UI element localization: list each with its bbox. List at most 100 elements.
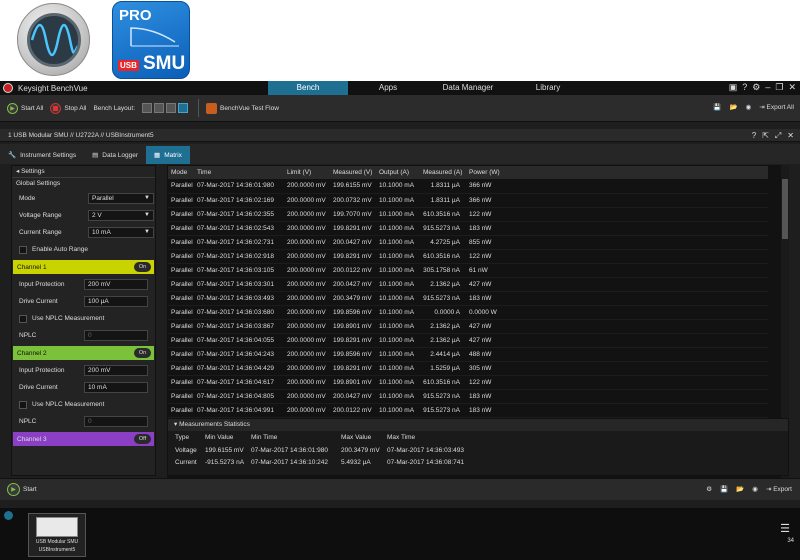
channel-1-header[interactable]: Channel 1 On <box>13 260 154 274</box>
nav-tab-library[interactable]: Library <box>508 81 588 95</box>
table-row[interactable]: Parallel 07-Mar-2017 14:36:02:355 200.0000… <box>168 207 768 222</box>
table-row[interactable]: Parallel 07-Mar-2017 14:36:02:918 200.0000… <box>168 249 768 264</box>
folder-icon[interactable]: 📂 <box>730 103 738 111</box>
table-row[interactable]: Parallel 07-Mar-2017 14:36:03:105 200.0000… <box>168 263 768 278</box>
instrument-thumbnail[interactable]: USB Modular SMU USBInstrument5 <box>28 513 86 557</box>
export-button[interactable]: ⇥ Export <box>766 485 792 493</box>
ch2-input-protection-input[interactable]: 200 mV <box>84 365 148 376</box>
oscilloscope-logo <box>17 3 90 76</box>
table-cell: 07-Mar-2017 14:36:04:243 <box>194 347 284 362</box>
col-output-a[interactable]: Output (A) <box>376 166 420 179</box>
table-row[interactable]: Parallel 07-Mar-2017 14:36:04:429 200.0000… <box>168 361 768 376</box>
table-cell: 305.1758 nA <box>420 263 466 278</box>
save-icon[interactable]: 💾 <box>720 485 728 493</box>
ch2-nplc-input[interactable]: 0 <box>84 416 148 427</box>
table-cell: 200.0000 mV <box>284 347 330 362</box>
table-row[interactable]: Parallel 07-Mar-2017 14:36:03:493 200.0000… <box>168 291 768 306</box>
scrollbar-thumb[interactable] <box>782 179 788 239</box>
table-row[interactable]: Parallel 07-Mar-2017 14:36:02:543 200.0000… <box>168 221 768 236</box>
instrument-icon[interactable]: ▣ <box>729 82 738 93</box>
table-cell: 07-Mar-2017 14:36:04:991 <box>194 403 284 418</box>
maximize-icon[interactable]: ⤢ <box>775 131 781 141</box>
export-label: Export <box>773 486 792 493</box>
statistics-header[interactable]: ▾ Measurements Statistics <box>168 419 788 431</box>
start-all-button[interactable]: ▶ Start All <box>7 102 43 114</box>
table-row[interactable]: Parallel 07-Mar-2017 14:36:04:991 200.0000… <box>168 403 768 418</box>
channel-2-header[interactable]: Channel 2 On <box>13 346 154 360</box>
layout-grid-icon[interactable] <box>166 103 177 113</box>
main-nav: Bench Apps Data Manager Library <box>268 81 588 95</box>
channel-1-toggle[interactable]: On <box>134 262 151 272</box>
table-cell: 200.0000 mV <box>284 389 330 404</box>
col-limit-v[interactable]: Limit (V) <box>284 166 330 179</box>
table-cell: 07-Mar-2017 14:36:04:429 <box>194 361 284 376</box>
export-all-button[interactable]: ⇥ Export All <box>759 103 794 111</box>
save-icon[interactable]: 💾 <box>713 103 721 111</box>
col-power-w[interactable]: Power (W) <box>466 166 768 179</box>
capture-icon[interactable]: ◉ <box>746 103 752 111</box>
ch1-nplc-checkbox[interactable] <box>19 314 27 323</box>
menu-icon[interactable]: ☰ <box>780 522 790 535</box>
close-icon[interactable]: ✕ <box>788 82 796 93</box>
col-mode[interactable]: Mode <box>168 166 194 179</box>
table-row[interactable]: Parallel 07-Mar-2017 14:36:03:301 200.0000… <box>168 277 768 292</box>
test-flow-button[interactable]: BenchVue Test Flow <box>206 102 279 114</box>
folder-icon[interactable]: 📂 <box>736 485 744 493</box>
help-icon[interactable]: ? <box>752 131 756 141</box>
channel-3-toggle[interactable]: Off <box>134 434 151 444</box>
layout-tabbed-icon[interactable] <box>178 103 189 113</box>
nav-tab-bench[interactable]: Bench <box>268 81 348 95</box>
capture-icon[interactable]: ◉ <box>752 485 758 493</box>
current-range-select[interactable]: 10 mA ▼ <box>88 227 154 238</box>
ch1-input-protection-input[interactable]: 200 mV <box>84 279 148 290</box>
minimize-icon[interactable]: – <box>765 82 770 93</box>
voltage-range-select[interactable]: 2 V ▼ <box>88 210 154 221</box>
table-row[interactable]: Parallel 07-Mar-2017 14:36:01:980 200.0000… <box>168 179 768 194</box>
popout-icon[interactable]: ⇱ <box>762 131 769 141</box>
table-row[interactable]: Parallel 07-Mar-2017 14:36:02:731 200.0000… <box>168 235 768 250</box>
nav-tab-apps[interactable]: Apps <box>348 81 428 95</box>
col-measured-a[interactable]: Measured (A) <box>420 166 466 179</box>
col-measured-v[interactable]: Measured (V) <box>330 166 376 179</box>
layout-columns-icon[interactable] <box>154 103 165 113</box>
tab-matrix[interactable]: ▦ Matrix <box>146 146 190 164</box>
ch1-nplc-input[interactable]: 0 <box>84 330 148 341</box>
tab-instrument-settings[interactable]: 🔧 Instrument Settings <box>0 146 84 164</box>
nav-tab-data-manager[interactable]: Data Manager <box>428 81 508 95</box>
strip-toggle-icon[interactable] <box>4 511 13 520</box>
auto-range-checkbox[interactable] <box>19 245 27 254</box>
stats-col-min-time: Min Time <box>251 434 278 441</box>
stop-all-button[interactable]: Stop All <box>50 102 86 114</box>
ch1-nplc-check-label: Use NPLC Measurement <box>32 315 105 322</box>
help-icon[interactable]: ? <box>742 82 747 93</box>
settings-header[interactable]: ◂ Settings <box>12 166 155 178</box>
close-icon[interactable]: ✕ <box>787 131 794 141</box>
ch2-nplc-checkbox[interactable] <box>19 400 27 409</box>
ch2-drive-current-input[interactable]: 10 mA <box>84 382 148 393</box>
table-cell: 200.0000 mV <box>284 333 330 348</box>
ch1-nplc-row: NPLC 0 <box>12 327 155 344</box>
ch1-drive-current-input[interactable]: 100 µA <box>84 296 148 307</box>
table-row[interactable]: Parallel 07-Mar-2017 14:36:03:867 200.0000… <box>168 319 768 334</box>
tab-data-logger[interactable]: ▤ Data Logger <box>84 146 146 164</box>
start-button[interactable]: ▶ Start <box>7 483 37 496</box>
gear-icon[interactable]: ⚙ <box>706 485 712 493</box>
mode-select[interactable]: Parallel ▼ <box>88 193 154 204</box>
table-row[interactable]: Parallel 07-Mar-2017 14:36:04:055 200.0000… <box>168 333 768 348</box>
table-cell: 07-Mar-2017 14:36:03:301 <box>194 277 284 292</box>
gear-icon[interactable]: ⚙ <box>752 82 760 93</box>
nplc-label: NPLC <box>19 332 37 339</box>
table-row[interactable]: Parallel 07-Mar-2017 14:36:04:805 200.0000… <box>168 389 768 404</box>
table-cell: 199.8901 mV <box>330 375 376 390</box>
col-time[interactable]: Time <box>194 166 284 179</box>
table-row[interactable]: Parallel 07-Mar-2017 14:36:02:169 200.0000… <box>168 193 768 208</box>
table-row[interactable]: Parallel 07-Mar-2017 14:36:04:617 200.0000… <box>168 375 768 390</box>
table-row[interactable]: Parallel 07-Mar-2017 14:36:04:243 200.0000… <box>168 347 768 362</box>
restore-icon[interactable]: ❐ <box>775 82 783 93</box>
instrument-strip: USB Modular SMU USBInstrument5 ☰ 34 <box>0 508 800 560</box>
table-row[interactable]: Parallel 07-Mar-2017 14:36:03:680 200.0000… <box>168 305 768 320</box>
channel-3-header[interactable]: Channel 3 Off <box>13 432 154 446</box>
table-cell: 10.1000 mA <box>376 305 420 320</box>
channel-2-toggle[interactable]: On <box>134 348 151 358</box>
layout-single-icon[interactable] <box>142 103 153 113</box>
